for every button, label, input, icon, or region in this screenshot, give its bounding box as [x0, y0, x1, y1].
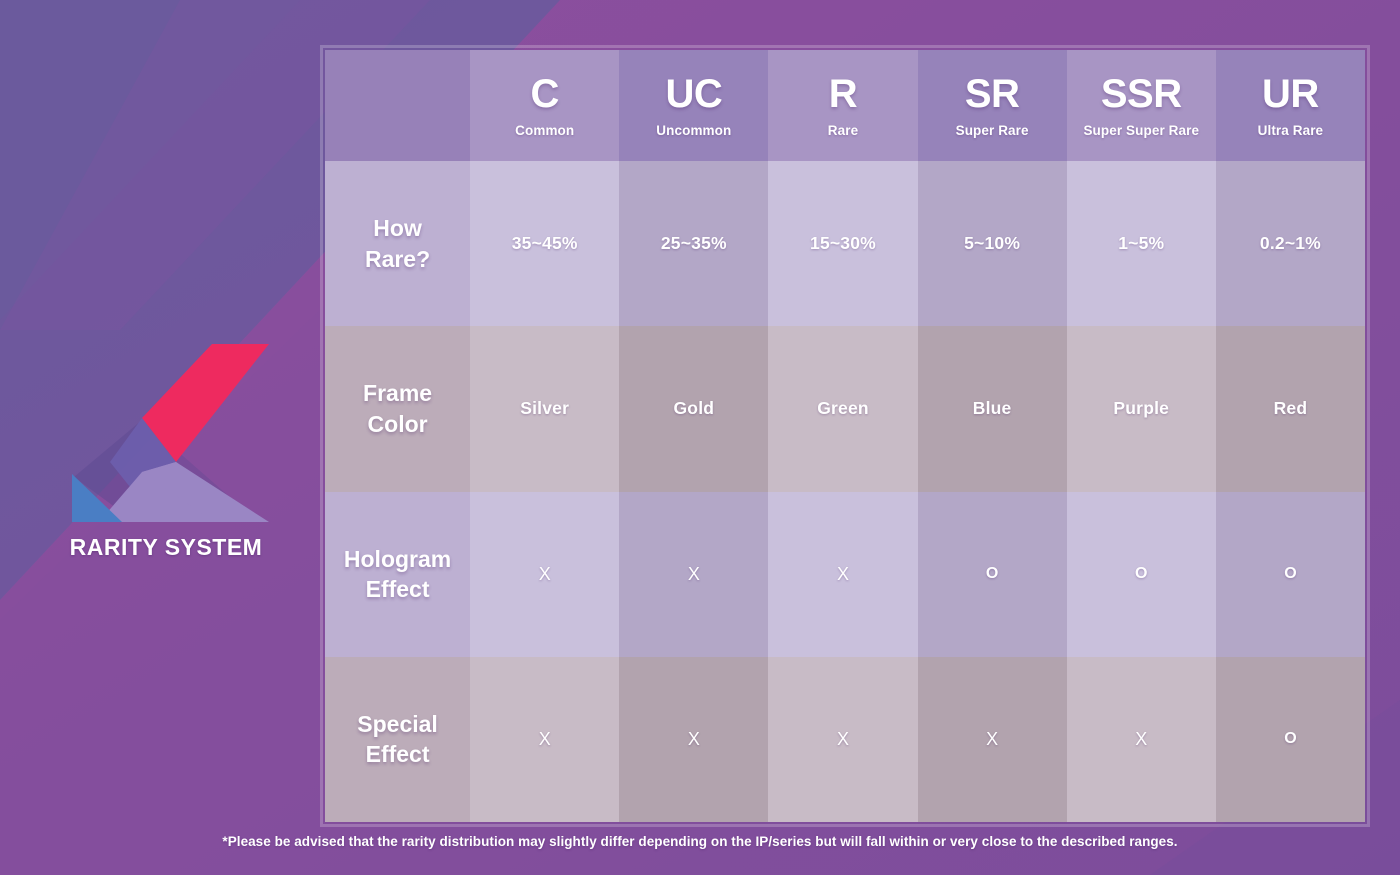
cell-special-sr: X	[917, 656, 1067, 822]
row-label-hologram-effect: Hologram Effect	[325, 491, 471, 657]
row-label-line2: Effect	[365, 576, 430, 603]
cell-hologram-sr: O	[917, 491, 1067, 657]
mark-x-icon: X	[986, 728, 999, 749]
cell-text: 15~30%	[810, 233, 876, 254]
cell-frame-color-sr: Blue	[917, 326, 1067, 492]
cell-frame-color-ur: Red	[1215, 326, 1365, 492]
column-name-ssr: Super Super Rare	[1083, 122, 1200, 138]
table-row-frame-color: Frame Color Silver Gold Green Blue Purpl…	[325, 326, 1365, 492]
cell-how-rare-ur: 0.2~1%	[1215, 161, 1365, 327]
row-label-line2: Effect	[365, 741, 430, 768]
cell-frame-color-ssr: Purple	[1066, 326, 1216, 492]
column-name-ur: Ultra Rare	[1257, 122, 1324, 138]
row-label-line1: Special	[357, 710, 438, 737]
row-label-frame-color: Frame Color	[325, 326, 471, 492]
cell-text: Blue	[972, 398, 1012, 419]
row-label-line1: Hologram	[343, 545, 452, 572]
mark-x-icon: X	[538, 728, 551, 749]
cell-how-rare-uc: 25~35%	[619, 161, 769, 327]
column-code-r: R	[828, 71, 858, 116]
cell-how-rare-r: 15~30%	[768, 161, 918, 327]
footnote-text: *Please be advised that the rarity distr…	[222, 834, 1178, 849]
cell-text: Silver	[520, 398, 570, 419]
cell-text: 25~35%	[660, 233, 727, 254]
cell-text: 1~5%	[1118, 233, 1165, 254]
table-row-hologram-effect: Hologram Effect X X X O O O	[325, 491, 1365, 657]
cell-special-uc: X	[619, 656, 769, 822]
cell-hologram-ssr: O	[1066, 491, 1216, 657]
k-mark-logo-icon	[64, 322, 269, 527]
cell-frame-color-uc: Gold	[619, 326, 769, 492]
column-code-uc: UC	[665, 71, 723, 116]
column-header-uc: UC Uncommon	[619, 50, 769, 162]
mark-x-icon: X	[687, 728, 700, 749]
cell-text: 5~10%	[964, 233, 1021, 254]
cell-special-ur: O	[1215, 656, 1365, 822]
cell-text: Gold	[673, 398, 715, 419]
row-label-how-rare: How Rare?	[325, 161, 471, 327]
row-label-line2: Rare?	[364, 245, 431, 272]
table-row-special-effect: Special Effect X X X X X O	[325, 656, 1365, 822]
cell-text: 35~45%	[511, 233, 578, 254]
cell-text: 0.2~1%	[1259, 233, 1321, 254]
column-header-r: R Rare	[768, 50, 918, 162]
cell-text: Green	[817, 398, 869, 419]
mark-o-icon: O	[985, 565, 999, 583]
row-label-line1: How	[373, 215, 422, 242]
table-row-how-rare: How Rare? 35~45% 25~35% 15~30% 5~10% 1~5…	[325, 161, 1365, 327]
column-code-c: C	[530, 71, 560, 116]
column-header-sr: SR Super Rare	[917, 50, 1067, 162]
row-label-line1: Frame	[363, 380, 433, 407]
mark-x-icon: X	[687, 563, 700, 584]
column-header-ssr: SSR Super Super Rare	[1066, 50, 1216, 162]
mark-x-icon: X	[538, 563, 551, 584]
column-code-sr: SR	[964, 71, 1020, 116]
mark-x-icon: X	[836, 728, 849, 749]
cell-hologram-c: X	[470, 491, 620, 657]
cell-special-r: X	[768, 656, 918, 822]
row-label-line2: Color	[367, 410, 428, 437]
cell-special-c: X	[470, 656, 620, 822]
mark-o-icon: O	[1284, 730, 1297, 748]
mark-o-icon: O	[1135, 565, 1148, 583]
brand-logo-block: RARITY SYSTEM	[46, 322, 286, 587]
column-code-ssr: SSR	[1100, 71, 1182, 116]
column-name-sr: Super Rare	[955, 122, 1029, 138]
brand-title: RARITY SYSTEM	[69, 534, 263, 560]
cell-how-rare-ssr: 1~5%	[1066, 161, 1216, 327]
cell-how-rare-sr: 5~10%	[917, 161, 1067, 327]
column-name-uc: Uncommon	[656, 122, 732, 138]
rarity-table: C Common UC Uncommon R Rare SR Super Rar…	[325, 50, 1365, 822]
cell-hologram-ur: O	[1215, 491, 1365, 657]
cell-text: Red	[1273, 398, 1308, 419]
mark-x-icon: X	[836, 563, 849, 584]
row-label-special-effect: Special Effect	[325, 656, 471, 822]
cell-how-rare-c: 35~45%	[470, 161, 620, 327]
column-name-r: Rare	[827, 122, 859, 138]
mark-x-icon: X	[1135, 728, 1148, 749]
header-corner-cell	[325, 50, 471, 162]
mark-o-icon: O	[1284, 565, 1297, 583]
cell-frame-color-c: Silver	[470, 326, 620, 492]
cell-hologram-r: X	[768, 491, 918, 657]
cell-special-ssr: X	[1066, 656, 1216, 822]
column-code-ur: UR	[1262, 71, 1319, 116]
cell-frame-color-r: Green	[768, 326, 918, 492]
cell-text: Purple	[1113, 398, 1170, 419]
column-header-ur: UR Ultra Rare	[1215, 50, 1365, 162]
column-header-c: C Common	[470, 50, 620, 162]
column-name-c: Common	[515, 122, 575, 138]
cell-hologram-uc: X	[619, 491, 769, 657]
table-header-row: C Common UC Uncommon R Rare SR Super Rar…	[325, 50, 1365, 162]
